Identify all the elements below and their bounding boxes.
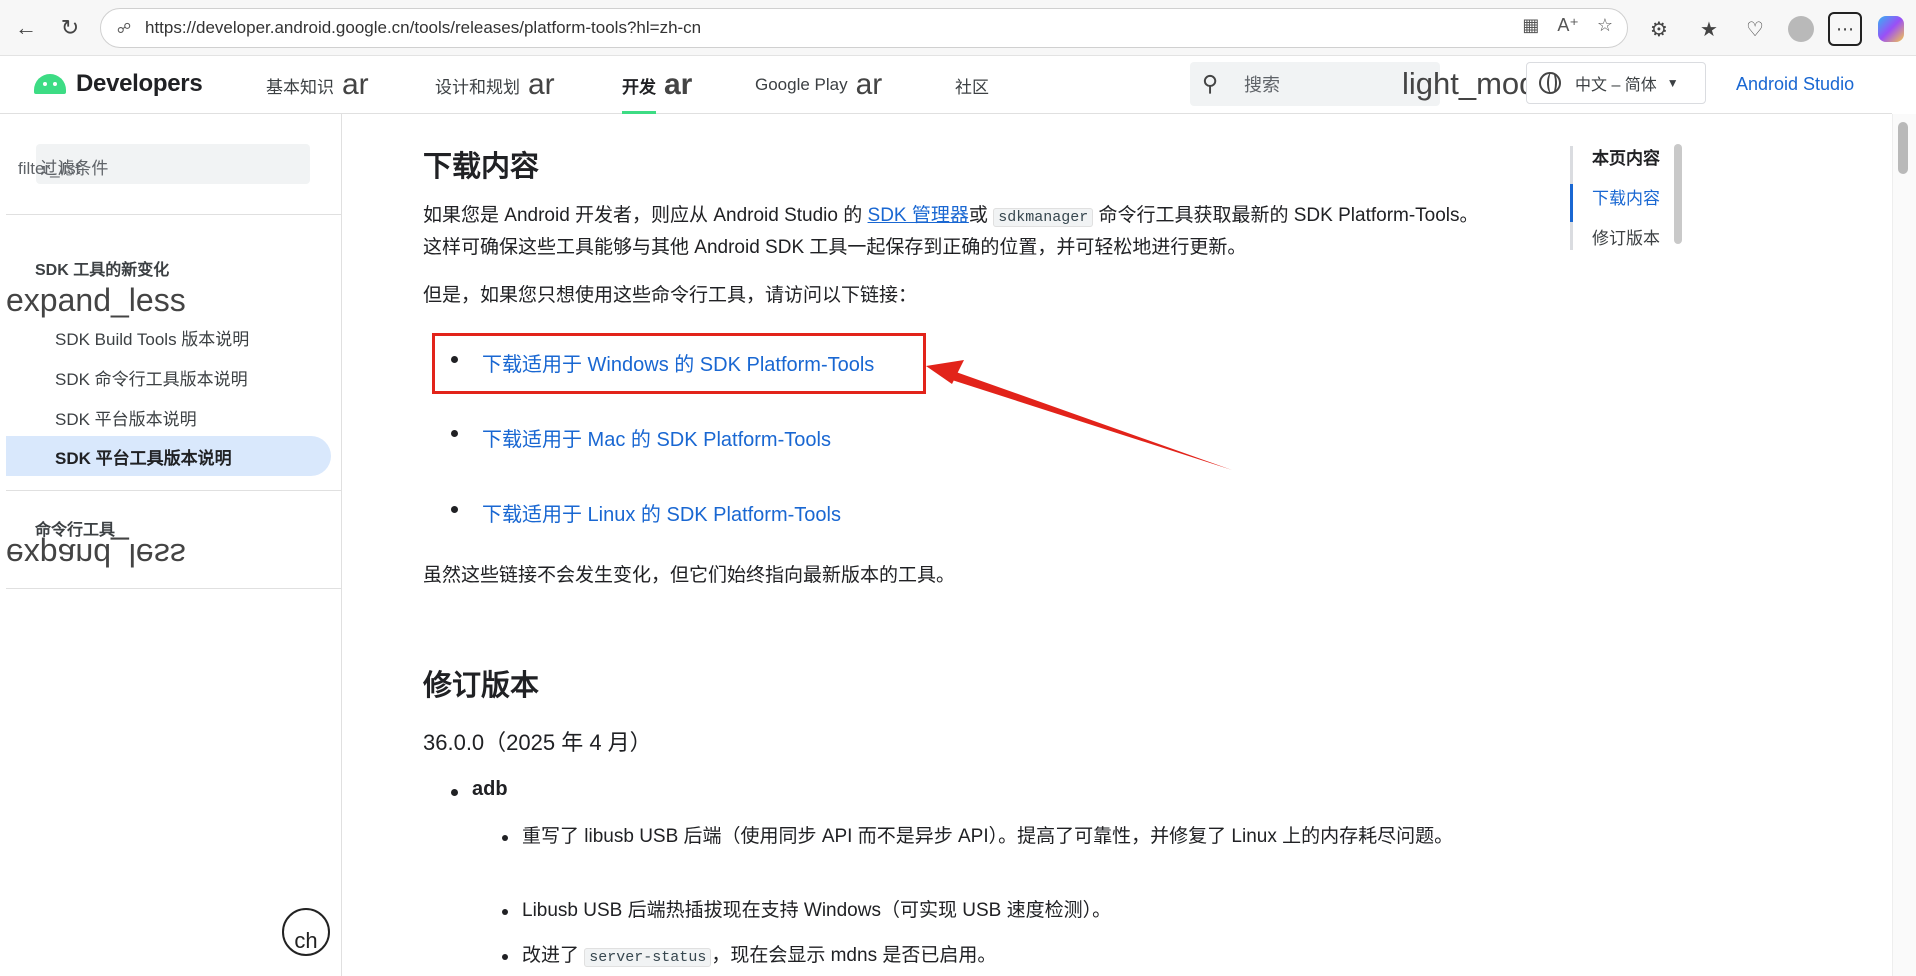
sidebar-divider [6, 588, 342, 589]
sdkmanager-code: sdkmanager [993, 208, 1094, 227]
language-select[interactable]: 中文 – 简体 ▼ [1526, 62, 1706, 104]
list-bullet [502, 835, 508, 841]
links-note: 虽然这些链接不会发生变化，但它们始终指向最新版本的工具。 [423, 565, 956, 586]
address-bar[interactable]: ☍ https://developer.android.google.cn/to… [100, 8, 1628, 48]
sidebar-item-platform-tools[interactable]: SDK 平台工具版本说明 [6, 436, 331, 476]
copilot-icon[interactable] [1874, 12, 1908, 46]
sidebar-item-platforms[interactable]: SDK 平台版本说明 [55, 405, 197, 430]
chevron-down-icon: ▼ [1666, 76, 1679, 90]
toc-scrollbar[interactable] [1674, 144, 1682, 244]
expand-less-icon[interactable]: expand_less [6, 282, 186, 319]
more-options-icon[interactable]: ⋯ [1828, 12, 1862, 46]
globe-icon [1539, 72, 1561, 94]
refresh-icon[interactable]: ↻ [54, 12, 86, 44]
android-studio-link[interactable]: Android Studio [1736, 74, 1854, 95]
read-aloud-icon[interactable]: A⁺ [1557, 15, 1579, 36]
profile-icon[interactable] [1784, 12, 1818, 46]
dropdown-arrow-icon: ar [528, 68, 555, 101]
tab-develop[interactable]: 开发 ar [622, 56, 692, 114]
list-bullet [451, 506, 458, 513]
change-item: Libusb USB 后端热插拔现在支持 Windows（可实现 USB 速度检… [522, 900, 1112, 921]
browser-toolbar: ← ↻ ☍ https://developer.android.google.c… [0, 0, 1916, 56]
download-mac-link[interactable]: 下载适用于 Mac 的 SDK Platform-Tools [482, 423, 831, 452]
change-item: 重写了 libusb USB 后端（使用同步 API 而不是异步 API）。提高… [522, 826, 1454, 847]
tab-basics[interactable]: 基本知识 ar [266, 56, 369, 114]
sidebar-item-build-tools[interactable]: SDK Build Tools 版本说明 [55, 325, 249, 350]
chat-icon: ch [294, 928, 318, 953]
search-icon: ⚲ [1202, 71, 1219, 96]
toc-heading: 本页内容 [1592, 149, 1660, 168]
developers-logo[interactable]: Developers [34, 70, 203, 98]
sidebar-section-whats-new[interactable]: SDK 工具的新变化 [35, 256, 169, 280]
tab-google-play[interactable]: Google Play ar [755, 56, 882, 114]
expand-less-icon[interactable]: expand_less [6, 536, 186, 573]
dropdown-arrow-icon: ar [664, 68, 693, 101]
left-sidebar: filter_list过滤条件 SDK 工具的新变化 expand_less S… [0, 114, 342, 976]
page-scrollbar-thumb[interactable] [1898, 122, 1908, 174]
filter-label: filter_list过滤条件 [18, 159, 109, 178]
version-heading: 36.0.0（2025 年 4 月） [423, 730, 652, 755]
list-bullet [451, 430, 458, 437]
app-available-icon[interactable]: ▦ [1522, 15, 1539, 36]
list-bullet [502, 954, 508, 960]
android-logo-icon [34, 74, 66, 94]
annotation-highlight-box [432, 333, 926, 394]
back-icon[interactable]: ← [10, 12, 42, 44]
chat-button[interactable]: ch [282, 908, 330, 956]
url-text[interactable]: https://developer.android.google.cn/tool… [145, 18, 701, 38]
sidebar-divider [6, 490, 342, 491]
heading-revisions: 修订版本 [423, 670, 540, 702]
list-bullet [451, 789, 458, 796]
list-bullet [502, 909, 508, 915]
server-status-code: server-status [584, 948, 712, 967]
dropdown-arrow-icon: ar [855, 68, 883, 101]
sdk-manager-link[interactable]: SDK 管理器 [868, 205, 969, 226]
active-tab-indicator [622, 111, 656, 114]
change-item: 改进了 server-status ，现在会显示 mdns 是否已启用。 [522, 945, 997, 967]
page-scrollbar-track[interactable] [1892, 114, 1916, 976]
browser-essentials-icon[interactable]: ♡ [1738, 12, 1772, 46]
dropdown-arrow-icon: ar [342, 68, 369, 101]
site-header: Developers 基本知识 ar 设计和规划 ar 开发 ar Google Pl… [0, 56, 1892, 114]
favorites-icon[interactable]: ★ [1692, 12, 1726, 46]
sidebar-divider [6, 214, 342, 215]
only-tools-text: 但是，如果您只想使用这些命令行工具，请访问以下链接： [423, 285, 918, 306]
tab-community[interactable]: 社区 [955, 56, 989, 114]
tab-design-plan[interactable]: 设计和规划 ar [435, 56, 555, 114]
favorite-star-icon[interactable]: ☆ [1597, 15, 1613, 36]
site-info-icon[interactable]: ☍ [115, 19, 133, 37]
download-linux-link[interactable]: 下载适用于 Linux 的 SDK Platform-Tools [482, 498, 841, 527]
heading-download: 下载内容 [423, 151, 540, 183]
intro-paragraph: 如果您是 Android 开发者，则应从 Android Studio 的 SD… [423, 205, 1479, 258]
adb-label: adb [472, 778, 508, 800]
toc-item-revisions[interactable]: 修订版本 [1592, 224, 1660, 249]
extensions-icon[interactable]: ⚙ [1642, 12, 1676, 46]
toc-item-download[interactable]: 下载内容 [1592, 184, 1660, 209]
sidebar-item-cmdline-tools[interactable]: SDK 命令行工具版本说明 [55, 365, 248, 390]
